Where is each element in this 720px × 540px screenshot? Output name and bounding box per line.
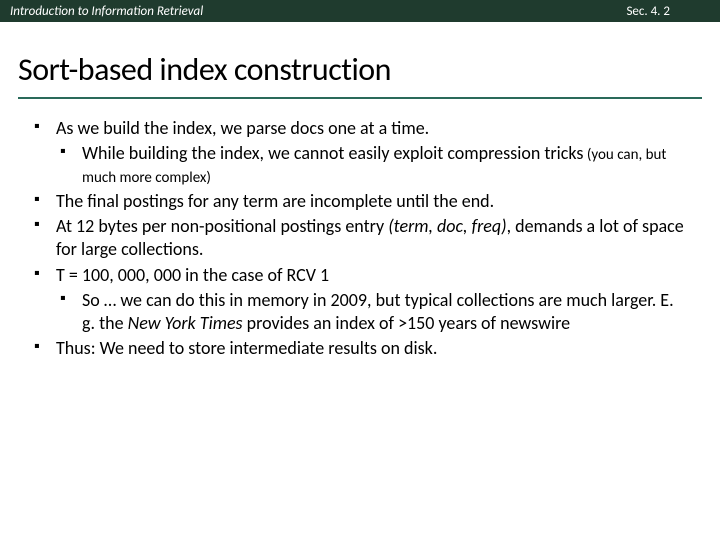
bullet-text: provides an index of >150 years of newsw… [243,312,571,334]
bullet-list: As we build the index, we parse docs one… [30,117,690,360]
bullet-text: As we build the index, we parse docs one… [56,117,429,139]
header-section-label: Sec. 4. 2 [626,4,710,19]
bullet-item: The final postings for any term are inco… [30,190,690,213]
slide-header: Introduction to Information Retrieval Se… [0,0,720,22]
sub-bullet-item: While building the index, we cannot easi… [56,142,690,188]
slide-content: As we build the index, we parse docs one… [0,99,720,360]
bullet-item: At 12 bytes per non-positional postings … [30,215,690,261]
sub-bullet-item: So … we can do this in memory in 2009, b… [56,289,690,335]
bullet-text: T = 100, 000, 000 in the case of RCV 1 [56,264,329,286]
bullet-italic: (term, doc, freq) [388,215,506,237]
title-area: Sort-based index construction [0,22,720,91]
bullet-text: While building the index, we cannot easi… [82,142,583,164]
header-course-title: Introduction to Information Retrieval [10,4,203,19]
bullet-text: Thus: We need to store intermediate resu… [56,337,437,359]
bullet-text: At 12 bytes per non-positional postings … [56,215,388,237]
bullet-item: Thus: We need to store intermediate resu… [30,337,690,360]
bullet-item: As we build the index, we parse docs one… [30,117,690,188]
slide-title: Sort-based index construction [18,50,702,89]
bullet-item: T = 100, 000, 000 in the case of RCV 1 S… [30,264,690,335]
bullet-italic: New York Times [128,312,243,334]
bullet-text: The final postings for any term are inco… [56,190,494,212]
